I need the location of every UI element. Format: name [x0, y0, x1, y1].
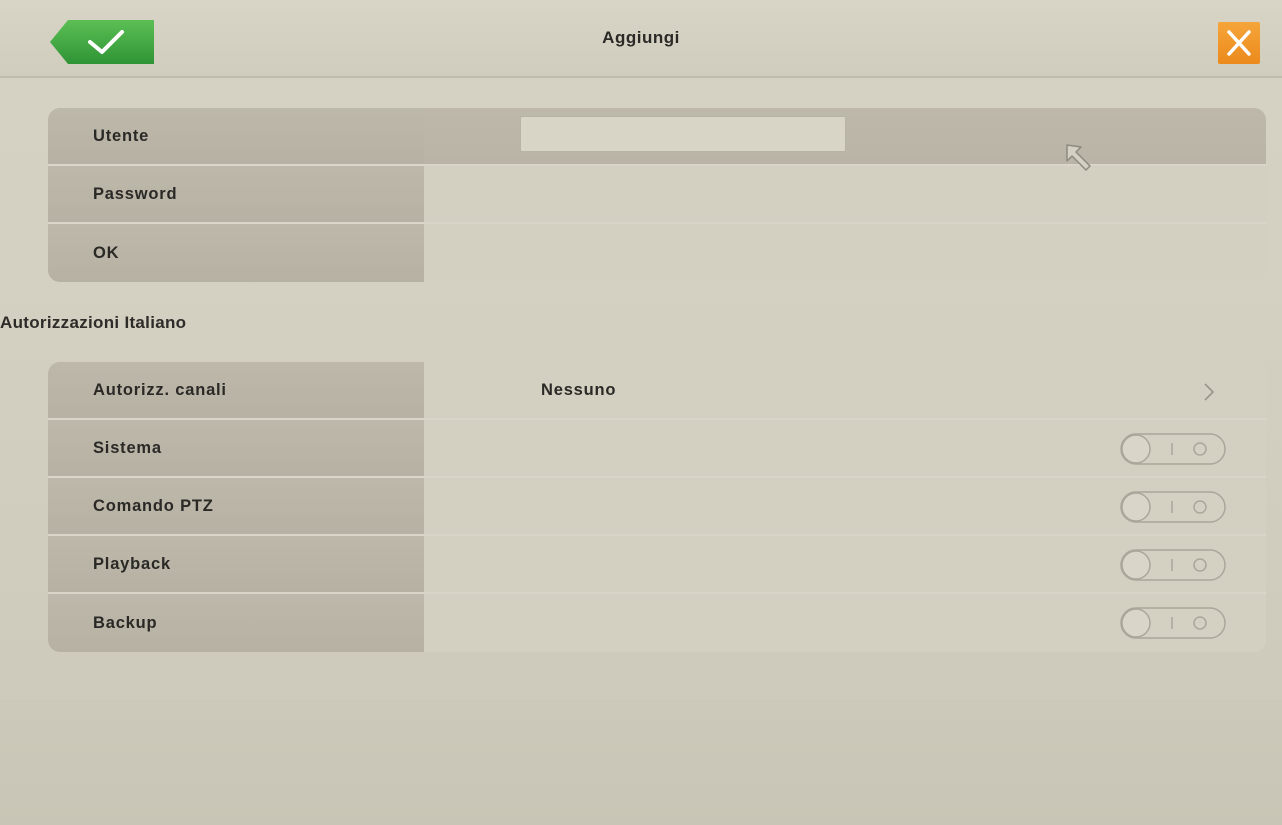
ptz-permission-label: Comando PTZ — [48, 478, 424, 534]
backup-permission-toggle[interactable] — [1120, 607, 1226, 639]
ptz-permission-toggle[interactable] — [1120, 491, 1226, 523]
playback-permission-label: Playback — [48, 536, 424, 592]
channel-permission-value: Nessuno — [541, 380, 617, 399]
ok-field[interactable] — [424, 224, 1266, 282]
dialog-title: Aggiungi — [602, 28, 680, 47]
permissions-panel: Autorizz. canali Nessuno Sistema Comando… — [48, 362, 1266, 652]
system-permission-row: Sistema — [48, 420, 1266, 478]
ok-row[interactable]: OK — [48, 224, 1266, 282]
backup-permission-row: Backup — [48, 594, 1266, 652]
system-permission-toggle[interactable] — [1120, 433, 1226, 465]
channel-permission-value-cell: Nessuno — [424, 362, 1266, 418]
close-button[interactable] — [1218, 22, 1260, 64]
user-value-cell — [424, 108, 1266, 164]
channel-permission-label: Autorizz. canali — [48, 362, 424, 418]
ptz-permission-row: Comando PTZ — [48, 478, 1266, 536]
ptz-permission-value-cell — [424, 478, 1266, 534]
user-label: Utente — [48, 108, 424, 164]
channel-permission-row[interactable]: Autorizz. canali Nessuno — [48, 362, 1266, 420]
mouse-cursor-icon — [1066, 144, 1091, 171]
system-permission-value-cell — [424, 420, 1266, 476]
password-label: Password — [48, 166, 424, 222]
chevron-right-icon[interactable] — [1202, 381, 1216, 403]
user-input[interactable] — [520, 116, 846, 152]
backup-permission-value-cell — [424, 594, 1266, 652]
password-field[interactable] — [424, 166, 1266, 222]
empty-footer-area — [0, 700, 1282, 825]
playback-permission-value-cell — [424, 536, 1266, 592]
account-panel: Utente Password OK — [48, 108, 1266, 282]
backup-permission-label: Backup — [48, 594, 424, 652]
permissions-section-title: Autorizzazioni Italiano — [0, 313, 187, 332]
add-user-dialog: Aggiungi Utente Password OK Autorizzazio… — [0, 0, 1282, 825]
ok-label: OK — [48, 224, 424, 282]
playback-permission-toggle[interactable] — [1120, 549, 1226, 581]
title-bar: Aggiungi — [0, 0, 1282, 78]
playback-permission-row: Playback — [48, 536, 1266, 594]
system-permission-label: Sistema — [48, 420, 424, 476]
close-icon — [1227, 30, 1251, 56]
